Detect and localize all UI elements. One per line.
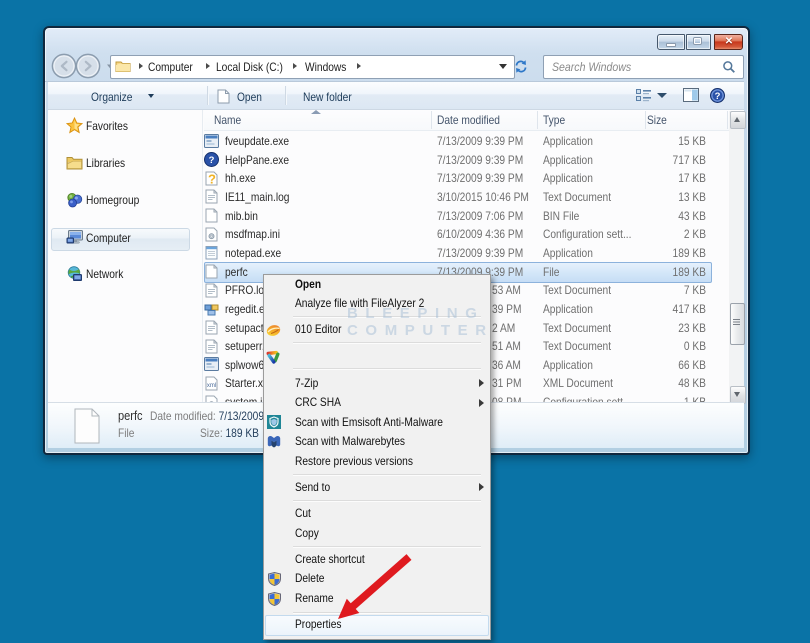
svg-text:?: ?	[208, 171, 216, 186]
svg-text:?: ?	[209, 155, 215, 166]
svg-text:xml: xml	[207, 383, 216, 389]
svg-text:?: ?	[715, 91, 721, 102]
